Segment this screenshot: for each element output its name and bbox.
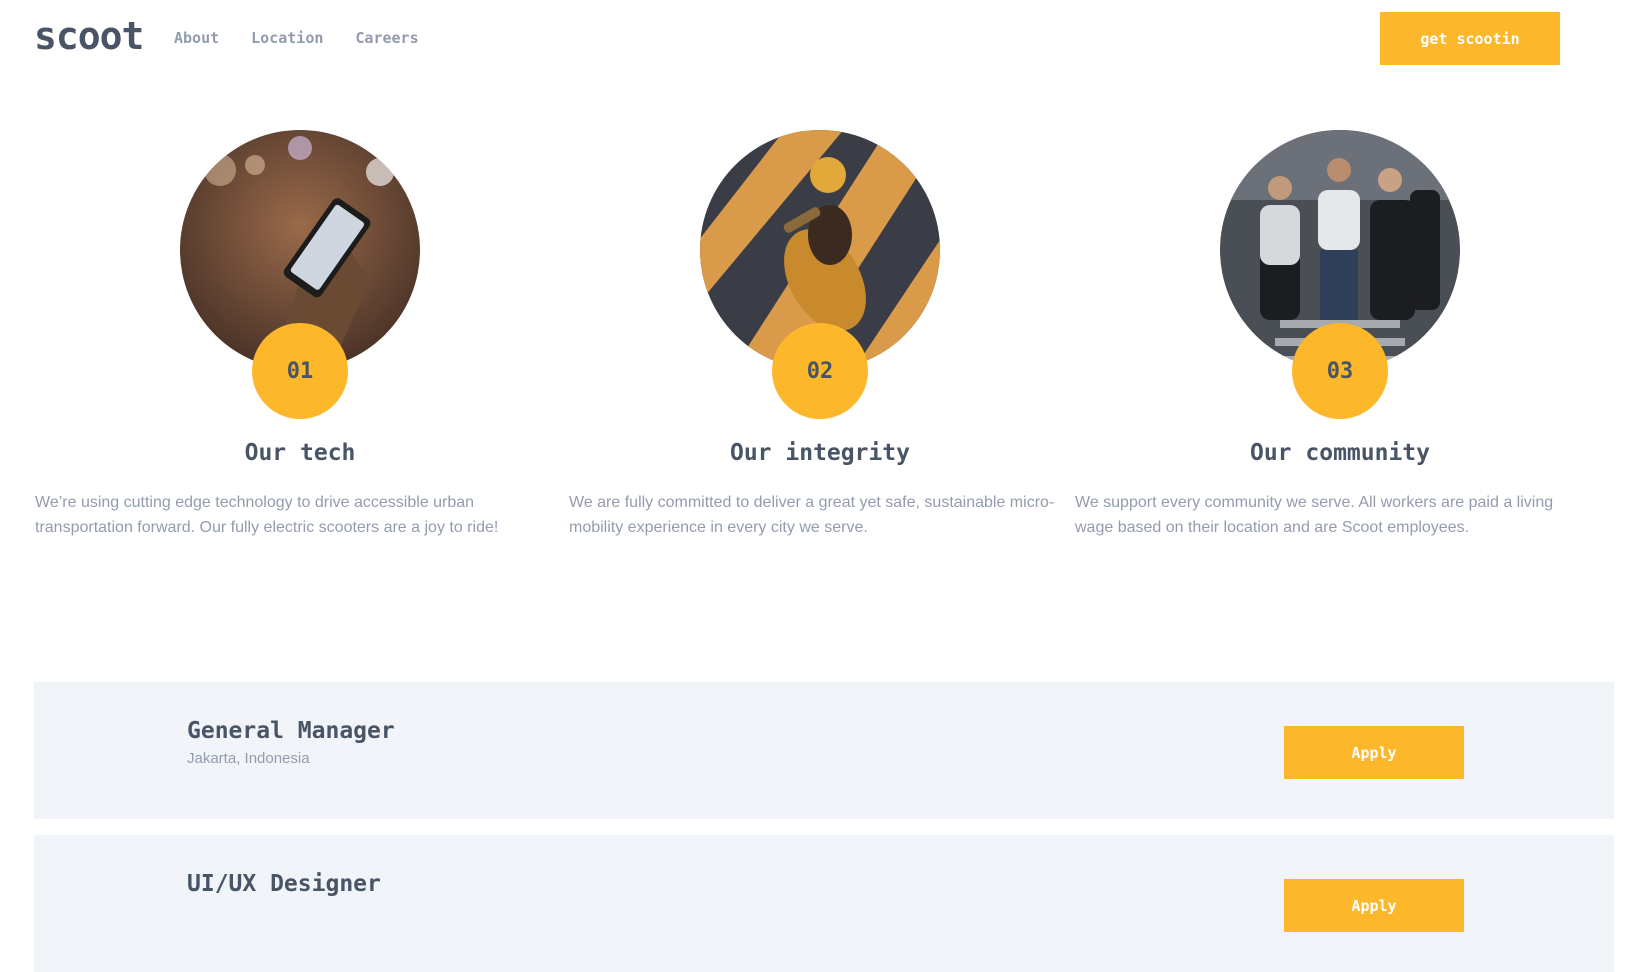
job-title: UI/UX Designer	[187, 871, 381, 897]
feature-image-wrap: 02	[700, 130, 940, 420]
feature-title: Our community	[1249, 440, 1430, 466]
feature-title: Our tech	[244, 440, 356, 466]
apply-button[interactable]: Apply	[1284, 726, 1464, 779]
feature-number: 03	[1292, 323, 1388, 419]
nav-location[interactable]: Location	[251, 29, 323, 47]
feature-number: 01	[252, 323, 348, 419]
logo[interactable]: scoot	[34, 14, 144, 58]
feature-body: We are fully committed to deliver a grea…	[569, 494, 1055, 536]
feature-integrity: 02 Our integrity We are fully committed …	[560, 130, 1080, 536]
job-title: General Manager	[187, 718, 395, 744]
nav-about[interactable]: About	[174, 29, 219, 47]
feature-image-wrap: 03	[1220, 130, 1460, 420]
nav-careers[interactable]: Careers	[355, 29, 418, 47]
feature-tech: 01 Our tech We’re using cutting edge tec…	[35, 130, 560, 536]
main-nav: About Location Careers	[174, 29, 419, 47]
apply-button[interactable]: Apply	[1284, 879, 1464, 932]
feature-community: 03 Our community We support every commun…	[1075, 130, 1600, 536]
feature-body: We support every community we serve. All…	[1075, 494, 1554, 536]
job-location: Jakarta, Indonesia	[187, 750, 310, 767]
feature-image-wrap: 01	[180, 130, 420, 420]
feature-body: We’re using cutting edge technology to d…	[35, 494, 499, 536]
feature-title: Our integrity	[729, 440, 910, 466]
feature-number: 02	[772, 323, 868, 419]
get-scootin-button[interactable]: get scootin	[1380, 12, 1560, 65]
job-card: General Manager Jakarta, Indonesia Apply	[34, 682, 1614, 819]
